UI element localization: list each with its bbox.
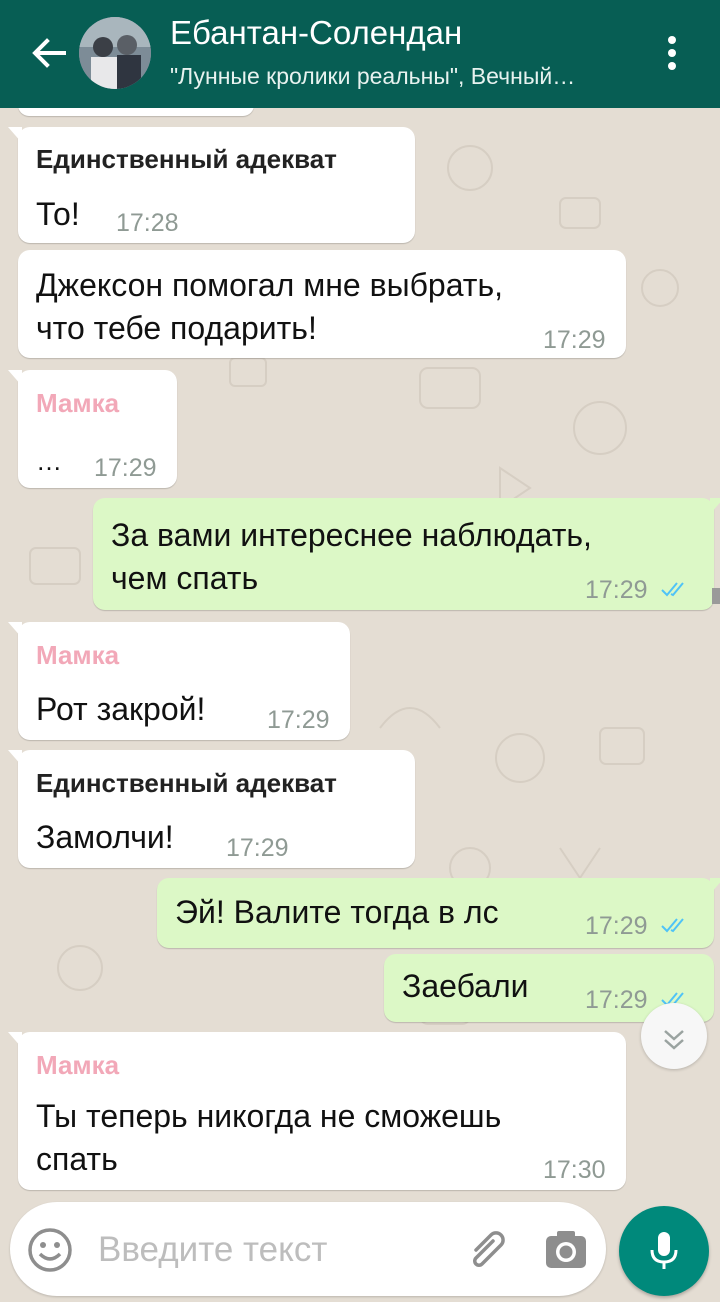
sender-name[interactable]: Мамка	[36, 1050, 119, 1081]
chat-participants[interactable]: "Лунные кролики реальны", Вечный…	[170, 63, 630, 90]
emoji-icon	[28, 1228, 72, 1272]
read-ticks-icon	[661, 582, 684, 597]
microphone-icon	[650, 1232, 678, 1269]
message-bubble-partial[interactable]	[18, 108, 254, 116]
back-button[interactable]	[26, 30, 72, 76]
emoji-button[interactable]	[26, 1226, 74, 1274]
read-ticks-icon	[661, 918, 684, 933]
message-bubble[interactable]: Единственный адекват Замолчи! 17:29	[8, 750, 415, 868]
message-text-line: Джексон помогал мне выбрать,	[36, 267, 503, 303]
message-time: 17:29	[543, 326, 606, 354]
message-list[interactable]: Единственный адекват То! 17:28 Джексон п…	[0, 108, 720, 1192]
more-vertical-icon	[668, 36, 676, 70]
message-bubble[interactable]: Мамка Рот закрой! 17:29	[8, 622, 350, 740]
scroll-to-bottom-button[interactable]	[641, 1003, 707, 1069]
message-text-line: спать	[36, 1141, 118, 1177]
bubble-tail	[8, 750, 22, 766]
group-avatar[interactable]	[79, 17, 151, 89]
message-text-line: чем спать	[111, 560, 259, 596]
message-time: 17:29	[94, 454, 157, 482]
message-bubble[interactable]: Мамка … 17:29	[8, 370, 177, 488]
message-text: Замолчи!	[36, 819, 174, 855]
paperclip-icon	[473, 1231, 505, 1267]
message-composer: Введите текст	[10, 1202, 606, 1296]
chat-header: Ебантан-Солендан "Лунные кролики реальны…	[0, 0, 720, 108]
bubble-tail	[8, 1032, 22, 1048]
avatar-image	[79, 17, 151, 89]
message-text-line: За вами интереснее наблюдать,	[111, 517, 592, 553]
voice-record-button[interactable]	[619, 1206, 709, 1296]
arrow-back-icon	[32, 38, 66, 68]
message-bubble-outgoing[interactable]: За вами интереснее наблюдать, чем спать …	[93, 498, 720, 610]
bubble-tail	[8, 370, 22, 386]
menu-button[interactable]	[660, 30, 684, 76]
message-text: …	[36, 446, 62, 476]
bubble-tail	[710, 878, 720, 894]
bubble-tail	[8, 127, 22, 143]
message-time: 17:29	[267, 706, 330, 734]
sender-name[interactable]: Единственный адекват	[36, 768, 337, 799]
sender-name[interactable]: Мамка	[36, 388, 119, 419]
message-input[interactable]: Введите текст	[98, 1230, 327, 1270]
message-time: 17:29	[585, 912, 648, 940]
message-time: 17:29	[226, 834, 289, 862]
message-bubble[interactable]: Мамка Ты теперь никогда не сможешь спать…	[8, 1032, 626, 1190]
message-bubble[interactable]: Единственный адекват То! 17:28	[8, 127, 415, 243]
message-time: 17:29	[585, 576, 648, 604]
message-time: 17:29	[585, 986, 648, 1014]
message-time: 17:30	[543, 1156, 606, 1184]
camera-button[interactable]	[542, 1226, 590, 1274]
message-text-line: что тебе подарить!	[36, 310, 317, 346]
chat-title[interactable]: Ебантан-Солендан	[170, 14, 462, 52]
chevron-down-icon	[664, 1030, 684, 1050]
message-text: То!	[36, 196, 80, 232]
bubble-tail	[710, 498, 720, 514]
sender-name[interactable]: Единственный адекват	[36, 144, 337, 175]
message-bubble[interactable]: Джексон помогал мне выбрать, что тебе по…	[18, 250, 626, 358]
camera-icon	[546, 1231, 586, 1268]
attach-button[interactable]	[462, 1226, 510, 1274]
message-bubble-outgoing[interactable]: Эй! Валите тогда в лс 17:29	[157, 878, 720, 948]
message-time: 17:28	[116, 209, 179, 237]
scrollbar-thumb[interactable]	[712, 588, 720, 604]
message-text: Эй! Валите тогда в лс	[175, 894, 499, 930]
message-text: Рот закрой!	[36, 691, 206, 727]
message-text: Заебали	[402, 968, 529, 1004]
message-text-line: Ты теперь никогда не сможешь	[36, 1098, 502, 1134]
sender-name[interactable]: Мамка	[36, 640, 119, 671]
bubble-tail	[8, 622, 22, 638]
